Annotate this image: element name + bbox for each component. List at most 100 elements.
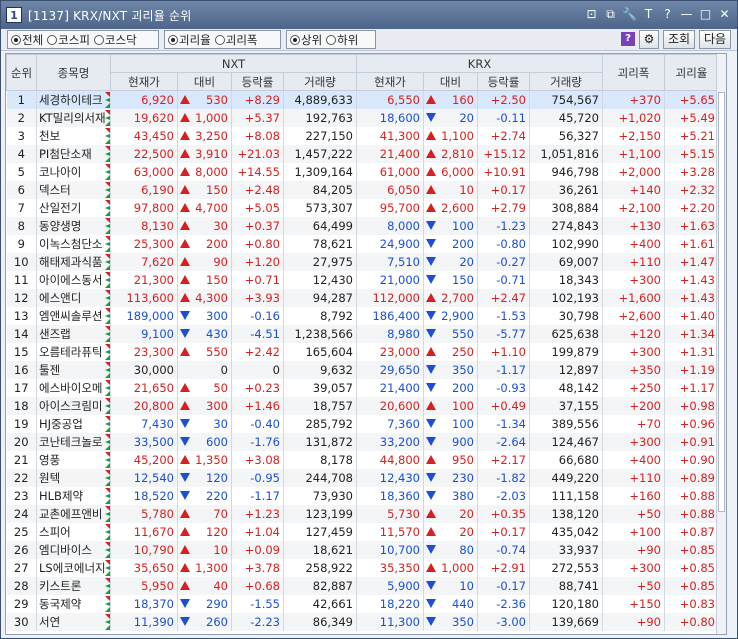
header-krx-price[interactable]: 현재가 <box>356 72 424 91</box>
stock-name[interactable]: 서연 <box>39 615 60 629</box>
stock-name[interactable]: HJ중공업 <box>39 417 83 431</box>
stock-name-cell[interactable]: 툴젠 <box>36 360 111 379</box>
stock-name-cell[interactable]: LS에코에너지 <box>36 558 111 577</box>
query-button[interactable]: 조회 <box>663 30 695 49</box>
stock-name[interactable]: 세경하이테크 <box>39 93 102 107</box>
order-radio-top[interactable]: 상위 <box>290 32 322 48</box>
header-nxt-rate[interactable]: 등락률 <box>231 72 284 91</box>
stock-name-cell[interactable]: PI첨단소재 <box>36 144 111 163</box>
stock-name-cell[interactable]: 영풍 <box>36 450 111 469</box>
table-row[interactable]: 9 이녹스첨단소 25,300 200 +0.80 78,621 24,900 200 -0.8… <box>6 234 719 253</box>
header-krx-rate[interactable]: 등락률 <box>477 72 530 91</box>
header-krx-vol[interactable]: 거래량 <box>529 72 603 91</box>
link-icon[interactable]: ⧉ <box>602 6 619 23</box>
table-row[interactable]: 25 스피어 11,670 120 +1.04 127,459 11,570 20 +0.17 4… <box>6 522 719 541</box>
stock-name[interactable]: 엠디바이스 <box>39 543 92 557</box>
stock-name-cell[interactable]: 엠디바이스 <box>36 540 111 559</box>
table-row[interactable]: 29 동국제약 18,370 290 -1.55 42,661 18,220 440 -2.36… <box>6 594 719 613</box>
stock-name[interactable]: 영풍 <box>39 453 60 467</box>
header-nxt-diff[interactable]: 대비 <box>177 72 232 91</box>
stock-name[interactable]: 산일전기 <box>39 201 81 215</box>
table-row[interactable]: 7 산일전기 97,800 4,700 +5.05 573,307 95,700 2,600 +… <box>6 198 719 217</box>
header-gap[interactable]: 괴리폭 <box>602 54 665 91</box>
stock-name-cell[interactable]: KT밀리의서재 <box>36 108 111 127</box>
table-row[interactable]: 1 세경하이테크 6,920 530 +8.29 4,889,633 6,550 160 +2.… <box>6 90 719 109</box>
table-row[interactable]: 15 오름테라퓨틱 23,300 550 +2.42 165,604 23,000 250 +1… <box>6 342 719 361</box>
table-row[interactable]: 18 아이스크림미 20,800 300 +1.46 18,757 20,600 100 +0.… <box>6 396 719 415</box>
stock-name[interactable]: KT밀리의서재 <box>39 111 106 125</box>
table-row[interactable]: 14 샌즈랩 9,100 430 -4.51 1,238,566 8,980 550 -5.77… <box>6 324 719 343</box>
stock-name-cell[interactable]: HLB제약 <box>36 486 111 505</box>
stock-name[interactable]: PI첨단소재 <box>39 147 92 161</box>
market-radio-kospi[interactable]: 코스피 <box>47 32 90 48</box>
vertical-scrollbar[interactable] <box>716 54 726 634</box>
table-row[interactable]: 6 덱스터 6,190 150 +2.48 84,205 6,050 10 +0.17 36,26… <box>6 180 719 199</box>
table-row[interactable]: 22 원텍 12,540 120 -0.95 244,708 12,430 230 -1.82 4… <box>6 468 719 487</box>
minimize-icon[interactable]: — <box>678 6 695 23</box>
stock-name-cell[interactable]: 교촌에프앤비 <box>36 504 111 523</box>
table-row[interactable]: 19 HJ중공업 7,430 30 -0.40 285,792 7,360 100 -1.34 3… <box>6 414 719 433</box>
stock-name[interactable]: 에스앤디 <box>39 291 81 305</box>
market-radio-kosdaq[interactable]: 코스닥 <box>93 32 137 48</box>
metric-radio-gap[interactable]: 괴리폭 <box>214 32 258 48</box>
stock-name[interactable]: 엠앤씨솔루션 <box>39 309 102 323</box>
stock-name[interactable]: 툴젠 <box>39 363 60 377</box>
stock-name-cell[interactable]: 코나아이 <box>36 162 111 181</box>
stock-name-cell[interactable]: HJ중공업 <box>36 414 111 433</box>
help-button[interactable]: ? <box>621 32 635 46</box>
header-rank[interactable]: 순위 <box>6 54 37 91</box>
table-row[interactable]: 13 엠앤씨솔루션 189,000 300 -0.16 8,792 186,400 2,900… <box>6 306 719 325</box>
table-row[interactable]: 20 코난테크놀로 33,500 600 -1.76 131,872 33,200 900 -2… <box>6 432 719 451</box>
stock-name[interactable]: 천보 <box>39 129 60 143</box>
stock-name-cell[interactable]: 아이스크림미 <box>36 396 111 415</box>
next-button[interactable]: 다음 <box>699 30 731 49</box>
stock-name[interactable]: 코난테크놀로 <box>39 435 102 449</box>
table-row[interactable]: 17 에스바이오메 21,650 50 +0.23 39,057 21,400 200 -0.9… <box>6 378 719 397</box>
stock-name-cell[interactable]: 키스트론 <box>36 576 111 595</box>
stock-name[interactable]: 스피어 <box>39 525 71 539</box>
stock-name-cell[interactable]: 덱스터 <box>36 180 111 199</box>
stock-name[interactable]: 교촌에프앤비 <box>39 507 102 521</box>
stock-name[interactable]: 샌즈랩 <box>39 327 71 341</box>
table-row[interactable]: 27 LS에코에너지 35,650 1,300 +3.78 258,922 35,350 1,… <box>6 558 719 577</box>
stock-name[interactable]: 이녹스첨단소 <box>39 237 102 251</box>
stock-name[interactable]: 동국제약 <box>39 597 81 611</box>
stock-name-cell[interactable]: 해태제과식품 <box>36 252 111 271</box>
table-row[interactable]: 5 코나아이 63,000 8,000 +14.55 1,309,164 61,000 6,0… <box>6 162 719 181</box>
table-row[interactable]: 4 PI첨단소재 22,500 3,910 +21.03 1,457,222 21,400 2… <box>6 144 719 163</box>
stock-name[interactable]: HLB제약 <box>39 489 83 503</box>
stock-name-cell[interactable]: 오름테라퓨틱 <box>36 342 111 361</box>
stock-name-cell[interactable]: 이녹스첨단소 <box>36 234 111 253</box>
stock-name[interactable]: 동양생명 <box>39 219 81 233</box>
stock-name-cell[interactable]: 스피어 <box>36 522 111 541</box>
table-row[interactable]: 10 해태제과식품 7,620 90 +1.20 27,975 7,510 20 -0.27 69… <box>6 252 719 271</box>
stock-name[interactable]: 원텍 <box>39 471 60 485</box>
table-row[interactable]: 28 키스트론 5,950 40 +0.68 82,887 5,900 10 -0.17 88,7… <box>6 576 719 595</box>
font-icon[interactable]: T <box>640 6 657 23</box>
table-row[interactable]: 8 동양생명 8,130 30 +0.37 64,499 8,000 100 -1.23 274,… <box>6 216 719 235</box>
order-radio-bottom[interactable]: 하위 <box>326 32 358 48</box>
market-radio-all[interactable]: 전체 <box>11 32 43 48</box>
stock-name[interactable]: 덱스터 <box>39 183 71 197</box>
stock-name-cell[interactable]: 샌즈랩 <box>36 324 111 343</box>
table-row[interactable]: 21 영풍 45,200 1,350 +3.08 8,178 44,800 950 +2.17 6… <box>6 450 719 469</box>
stock-name-cell[interactable]: 엠앤씨솔루션 <box>36 306 111 325</box>
table-row[interactable]: 11 아이에스동서 21,300 150 +0.71 12,430 21,000 150 -0.… <box>6 270 719 289</box>
stock-name-cell[interactable]: 동국제약 <box>36 594 111 613</box>
stock-name[interactable]: 키스트론 <box>39 579 81 593</box>
stock-name[interactable]: 오름테라퓨틱 <box>39 345 102 359</box>
stock-name-cell[interactable]: 코난테크놀로 <box>36 432 111 451</box>
tool-icon[interactable]: ⚙ <box>639 30 659 49</box>
stock-name-cell[interactable]: 천보 <box>36 126 111 145</box>
table-row[interactable]: 16 툴젠 30,000 0 0 9,632 29,650 350 -1.17 12,897 +35… <box>6 360 719 379</box>
stock-name-cell[interactable]: 아이에스동서 <box>36 270 111 289</box>
stock-name-cell[interactable]: 동양생명 <box>36 216 111 235</box>
header-krx-diff[interactable]: 대비 <box>423 72 478 91</box>
header-nxt-vol[interactable]: 거래량 <box>283 72 357 91</box>
stock-name-cell[interactable]: 에스바이오메 <box>36 378 111 397</box>
stock-name[interactable]: 해태제과식품 <box>39 255 102 269</box>
stock-name[interactable]: 에스바이오메 <box>39 381 102 395</box>
table-row[interactable]: 12 에스앤디 113,600 4,300 +3.93 94,287 112,000 2,70… <box>6 288 719 307</box>
stock-name[interactable]: 아이스크림미 <box>39 399 102 413</box>
table-row[interactable]: 2 KT밀리의서재 19,620 1,000 +5.37 192,763 18,600 20-… <box>6 108 719 127</box>
